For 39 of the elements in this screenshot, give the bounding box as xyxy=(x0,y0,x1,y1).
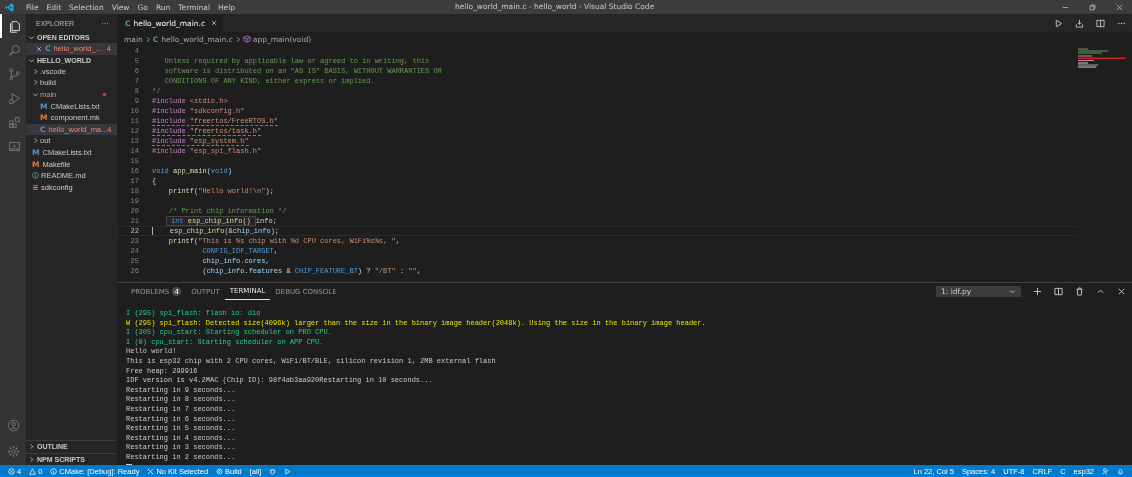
info-icon xyxy=(50,467,58,475)
branch-icon xyxy=(7,67,21,81)
split-editor-icon[interactable] xyxy=(1096,18,1105,28)
close-icon[interactable] xyxy=(211,20,218,26)
play-icon xyxy=(284,467,292,475)
close-icon[interactable] xyxy=(36,45,42,52)
monitor-icon xyxy=(7,139,21,153)
error-dot-icon xyxy=(102,92,107,98)
app-logo-icon xyxy=(5,2,14,12)
bell-icon xyxy=(1117,467,1124,475)
download-icon[interactable] xyxy=(1075,18,1084,28)
trash-icon[interactable] xyxy=(1075,287,1084,296)
run-debug-icon xyxy=(7,91,21,105)
account-icon[interactable] xyxy=(6,419,20,432)
files-icon xyxy=(7,19,21,33)
chevron-icon xyxy=(28,34,35,41)
split-terminal-icon[interactable] xyxy=(1054,287,1063,296)
info-icon xyxy=(32,172,39,180)
run-icon[interactable] xyxy=(1054,18,1063,28)
more-actions-button[interactable]: ··· xyxy=(101,18,109,28)
chevron-up-icon[interactable] xyxy=(1096,287,1105,296)
minimap-drawing xyxy=(1077,48,1126,68)
chevron-icon xyxy=(234,35,241,43)
close-icon[interactable] xyxy=(1116,3,1123,11)
search-icon xyxy=(7,43,21,57)
error-icon xyxy=(8,467,15,475)
close-icon[interactable] xyxy=(1117,287,1126,296)
cube-icon xyxy=(242,35,251,43)
gear-icon xyxy=(216,467,224,475)
plus-icon[interactable] xyxy=(1033,287,1042,296)
extensions-icon xyxy=(7,115,21,129)
config-file-icon xyxy=(32,183,39,191)
chevron-icon xyxy=(28,56,35,64)
chevron-down-icon xyxy=(1009,288,1016,295)
settings-icon[interactable] xyxy=(6,445,20,458)
warning-icon xyxy=(29,467,37,475)
chevron-icon xyxy=(144,35,151,43)
person-icon xyxy=(1102,467,1109,475)
bug-icon xyxy=(269,467,277,475)
